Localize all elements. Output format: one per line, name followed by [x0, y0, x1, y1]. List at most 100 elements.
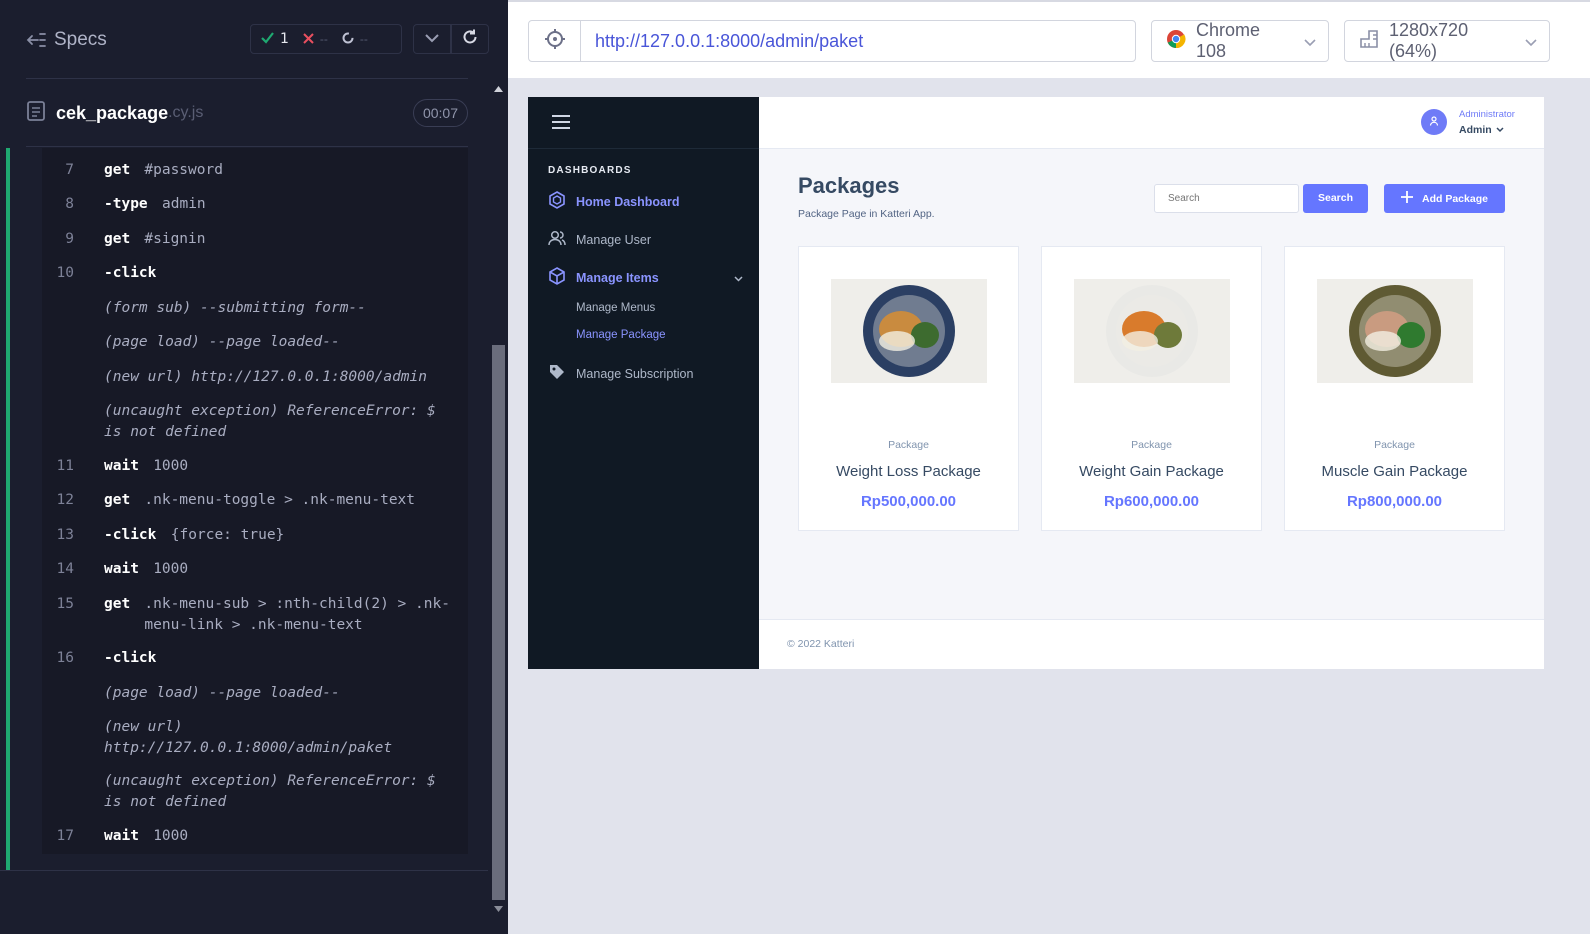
- tag-icon: [548, 363, 566, 384]
- scroll-up-icon[interactable]: [490, 83, 506, 95]
- sidebar-subitem-manage-menus[interactable]: Manage Menus: [576, 302, 655, 314]
- menu-toggle-icon[interactable]: [552, 115, 570, 129]
- event-text: (new url) http://127.0.0.1:8000/admin/pa…: [104, 719, 393, 756]
- document-icon: [26, 100, 46, 127]
- pass-indicator: [6, 148, 10, 870]
- command-name: get: [104, 231, 131, 247]
- event-text: (uncaught exception) ReferenceError: $ i…: [104, 773, 436, 810]
- command-name: wait: [104, 458, 139, 474]
- line-number: 10: [56, 265, 74, 281]
- expand-collapse-button[interactable]: [413, 24, 451, 54]
- page-title: Packages: [798, 173, 900, 198]
- sidebar-item-manage-items[interactable]: Manage Items: [548, 267, 743, 288]
- package-card[interactable]: Package Muscle Gain Package Rp800,000.00: [1284, 246, 1505, 531]
- viewport-selector[interactable]: 1280x720 (64%): [1344, 20, 1550, 62]
- chevron-down-icon: [1525, 31, 1537, 52]
- sidebar: DASHBOARDS Home Dashboard Manage User Ma…: [528, 97, 759, 669]
- package-price: Rp600,000.00: [1103, 493, 1200, 510]
- chevron-down-icon: [734, 271, 743, 285]
- passed-stat: 1: [261, 31, 289, 48]
- browser-selector[interactable]: Chrome 108: [1151, 20, 1329, 62]
- package-image: [831, 279, 987, 383]
- app-under-test-area: http://127.0.0.1:8000/admin/paket Chrome…: [508, 0, 1590, 934]
- line-number: 17: [56, 828, 74, 844]
- command-name: -click: [104, 527, 157, 543]
- page-subtitle: Package Page in Katteri App.: [798, 208, 935, 220]
- selector-playground-button[interactable]: [529, 21, 581, 61]
- sidebar-item-manage-user[interactable]: Manage User: [548, 229, 743, 250]
- line-number: 16: [56, 650, 74, 666]
- sidebar-subitem-manage-package[interactable]: Manage Package: [576, 329, 666, 341]
- sidebar-item-label: Home Dashboard: [576, 194, 680, 209]
- sidebar-item-manage-subscription[interactable]: Manage Subscription: [548, 363, 743, 384]
- url-text[interactable]: http://127.0.0.1:8000/admin/paket: [595, 31, 863, 52]
- command-message: .nk-menu-sub > :nth-child(2) > .nk-menu-…: [144, 596, 450, 633]
- event-text: (new url) http://127.0.0.1:8000/admin: [104, 369, 428, 385]
- scroll-down-icon[interactable]: [490, 903, 506, 915]
- package-type: Package: [1131, 439, 1172, 451]
- command-message: 1000: [153, 828, 189, 844]
- chevron-down-icon: [425, 30, 439, 48]
- url-bar[interactable]: http://127.0.0.1:8000/admin/paket: [528, 20, 1136, 62]
- event-text: (page load) --page loaded--: [104, 685, 340, 701]
- divider: [26, 78, 468, 79]
- app-header: Administrator Admin: [759, 97, 1544, 149]
- chevron-down-icon: [1304, 31, 1316, 52]
- search-input[interactable]: [1154, 184, 1299, 213]
- ruler-icon: [1359, 29, 1379, 54]
- package-type: Package: [1374, 439, 1415, 451]
- command-message: #password: [144, 162, 223, 178]
- crosshair-icon: [544, 28, 566, 55]
- package-card[interactable]: Package Weight Loss Package Rp500,000.00: [798, 246, 1019, 531]
- line-number: 12: [56, 492, 74, 508]
- copyright-text: © 2022 Katteri: [787, 638, 855, 650]
- dashboard-icon: [548, 191, 566, 212]
- line-number: 14: [56, 561, 74, 577]
- pending-count: --: [359, 32, 368, 46]
- event-text: (uncaught exception) ReferenceError: $ i…: [104, 403, 436, 440]
- pending-stat: --: [342, 31, 368, 48]
- specs-toggle[interactable]: Specs: [26, 28, 107, 52]
- browser-label: Chrome 108: [1196, 20, 1261, 61]
- spec-file-header[interactable]: cek_package .cy.js 00:07: [26, 96, 468, 130]
- sidebar-item-label: Manage Items: [576, 270, 659, 285]
- command-name: get: [104, 162, 131, 178]
- command-name: wait: [104, 561, 139, 577]
- command-name: wait: [104, 828, 139, 844]
- box-icon: [548, 267, 566, 288]
- package-card[interactable]: Package Weight Gain Package Rp600,000.00: [1041, 246, 1262, 531]
- search-button[interactable]: Search: [1303, 184, 1368, 213]
- line-number: 15: [56, 596, 74, 612]
- chrome-icon: [1166, 29, 1186, 54]
- scrollbar-thumb[interactable]: [492, 345, 505, 900]
- event-text: (page load) --page loaded--: [104, 334, 340, 350]
- command-message: .nk-menu-toggle > .nk-menu-text: [144, 492, 416, 508]
- user-menu[interactable]: Admin: [1459, 124, 1504, 136]
- sidebar-item-home-dashboard[interactable]: Home Dashboard: [548, 191, 743, 212]
- avatar[interactable]: [1421, 109, 1447, 135]
- user-name: Admin: [1459, 124, 1492, 136]
- line-number: 8: [65, 196, 74, 212]
- chevron-down-icon: [1496, 124, 1504, 136]
- line-number: 11: [56, 458, 74, 474]
- sidebar-header: [528, 97, 759, 149]
- cypress-reporter: Specs 1 -- -- cek_package .cy.js 00:07 7…: [0, 0, 508, 934]
- package-name: Muscle Gain Package: [1321, 463, 1468, 480]
- divider: [26, 146, 468, 147]
- rerun-button[interactable]: [451, 24, 489, 54]
- command-message: admin: [162, 196, 206, 212]
- sidebar-item-label: Manage User: [576, 232, 652, 247]
- package-image: [1074, 279, 1230, 383]
- specs-label: Specs: [54, 29, 107, 50]
- viewport-label: 1280x720 (64%): [1389, 20, 1469, 61]
- plus-icon: [1401, 191, 1414, 206]
- command-message: 1000: [153, 458, 189, 474]
- user-role: Administrator: [1459, 109, 1515, 120]
- line-number: 7: [65, 162, 74, 178]
- command-message: {force: true}: [170, 527, 285, 543]
- command-message: #signin: [144, 231, 206, 247]
- add-package-button[interactable]: Add Package: [1384, 184, 1505, 213]
- aut-header: http://127.0.0.1:8000/admin/paket Chrome…: [508, 0, 1590, 78]
- add-package-label: Add Package: [1422, 192, 1488, 205]
- refresh-icon: [461, 28, 479, 51]
